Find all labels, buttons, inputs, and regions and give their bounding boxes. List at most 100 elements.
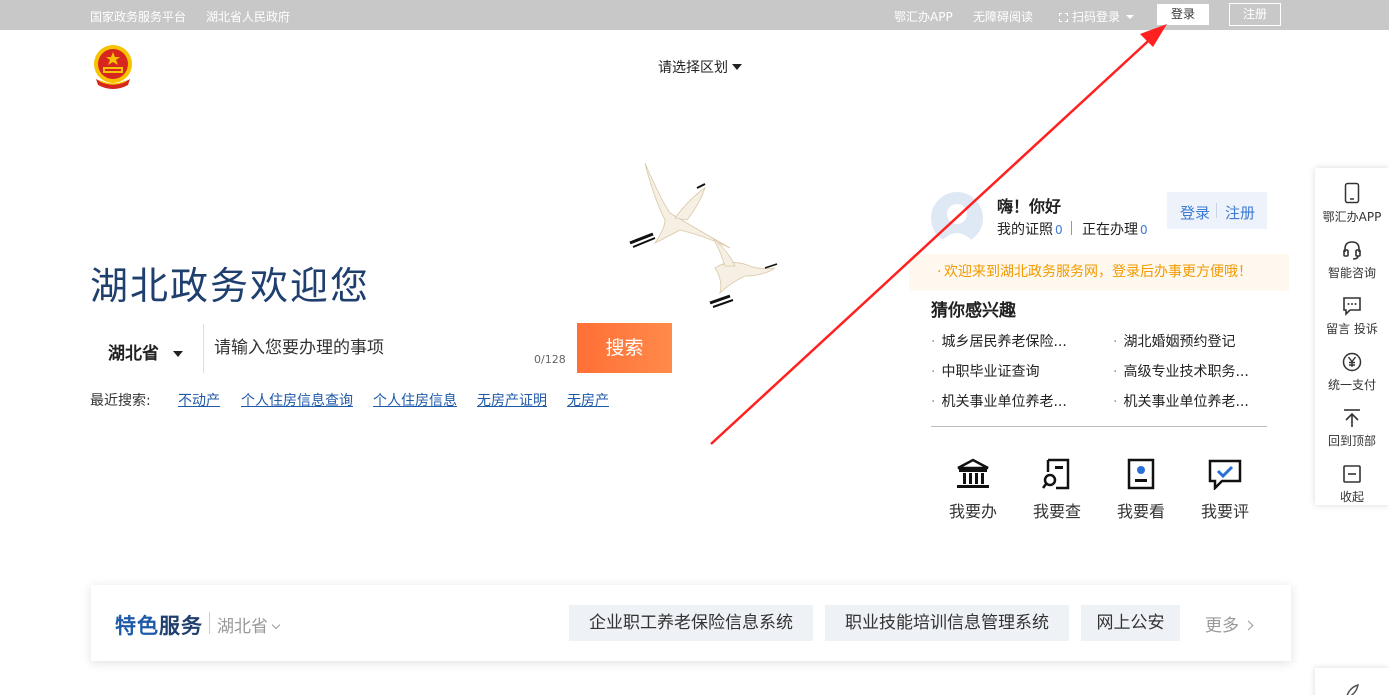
link-accessible-reading[interactable]: 无障碍阅读	[973, 8, 1033, 25]
search-box: 湖北省 0/128	[90, 324, 578, 373]
more-link[interactable]: 更多	[1205, 611, 1254, 636]
search-province-select[interactable]: 湖北省	[108, 339, 183, 364]
comment-check-icon	[1208, 459, 1242, 490]
panel-register-button[interactable]: 注册	[1225, 202, 1255, 223]
quick-action-do[interactable]: 我要办	[943, 458, 1003, 522]
link-hubei-government[interactable]: 湖北省人民政府	[206, 8, 290, 25]
featured-services-bar: 特色服务 湖北省 企业职工养老保险信息系统 职业技能培训信息管理系统 网上公安 …	[91, 585, 1291, 661]
sidebar-item-label: 鄂汇办APP	[1322, 210, 1382, 224]
login-notice-text: 欢迎来到湖北政务服务网，登录后办事更方便哦！	[944, 264, 1252, 280]
featured-title-part2: 服务	[159, 614, 203, 638]
message-icon	[1343, 297, 1361, 316]
mobile-phone-icon	[1344, 182, 1360, 204]
caret-down-icon	[173, 351, 183, 357]
region-selector[interactable]: 请选择区划	[658, 57, 742, 77]
chevron-down-icon	[271, 620, 281, 630]
processing-items[interactable]: 正在办理 0	[1082, 219, 1148, 239]
headset-icon	[1343, 241, 1361, 260]
caret-down-icon	[732, 64, 742, 70]
search-button[interactable]: 搜索	[577, 323, 672, 373]
sidebar-item-feedback[interactable]: 留言 投诉	[1315, 296, 1389, 337]
feather-icon	[1346, 683, 1360, 695]
government-building-icon	[957, 458, 989, 488]
greeting-text: 嗨！你好	[997, 197, 1062, 216]
national-emblem-logo[interactable]	[90, 43, 136, 91]
side-toolbar-extra[interactable]	[1315, 668, 1389, 695]
quick-action-query[interactable]: 我要查	[1027, 458, 1087, 522]
recent-search-link[interactable]: 无房产	[567, 390, 609, 410]
recent-search-link[interactable]: 无房产证明	[477, 390, 547, 410]
cranes-illustration	[629, 162, 778, 308]
featured-services-title: 特色服务	[115, 610, 203, 640]
sidebar-item-collapse[interactable]: 收起	[1315, 464, 1389, 505]
sidebar-item-label: 收起	[1339, 490, 1364, 504]
avatar	[931, 192, 983, 244]
featured-service-tag[interactable]: 网上公安	[1081, 605, 1180, 641]
chevron-right-icon	[1243, 620, 1254, 631]
sidebar-item-label: 智能咨询	[1327, 266, 1376, 280]
more-link-label: 更多	[1205, 616, 1239, 636]
link-ehuiban-app[interactable]: 鄂汇办APP	[894, 8, 953, 25]
search-input[interactable]	[214, 333, 514, 363]
divider	[1216, 203, 1217, 218]
processing-items-count: 0	[1140, 223, 1148, 237]
collapse-icon	[1343, 465, 1361, 483]
featured-service-tag[interactable]: 企业职工养老保险信息系统	[569, 605, 813, 641]
my-certificates-label: 我的证照	[997, 222, 1053, 238]
recent-searches-label: 最近搜索:	[90, 393, 151, 409]
search-province-label: 湖北省	[108, 344, 159, 364]
recent-search-link[interactable]: 不动产	[178, 390, 220, 410]
scan-login-dropdown[interactable]: 扫码登录	[1059, 8, 1135, 25]
scan-login-label: 扫码登录	[1072, 10, 1121, 24]
top-login-button[interactable]: 登录	[1157, 4, 1209, 25]
sidebar-item-label: 留言 投诉	[1326, 322, 1378, 336]
interest-link[interactable]: 机关事业单位养老...	[931, 391, 1066, 411]
divider	[209, 612, 210, 634]
interest-link[interactable]: 城乡居民养老保险...	[931, 331, 1066, 351]
divider	[931, 426, 1267, 427]
interest-link[interactable]: 高级专业技术职务...	[1113, 361, 1248, 381]
featured-title-part1: 特色	[115, 614, 159, 638]
my-certificates[interactable]: 我的证照 0	[997, 219, 1063, 239]
processing-items-label: 正在办理	[1082, 222, 1138, 238]
document-search-icon	[1042, 458, 1070, 490]
chevron-down-icon	[1126, 15, 1135, 19]
sidebar-item-back-to-top[interactable]: 回到顶部	[1315, 408, 1389, 449]
panel-auth-buttons: 登录 注册	[1167, 192, 1267, 229]
quick-action-review[interactable]: 我要评	[1195, 458, 1255, 522]
qr-scan-icon	[1059, 13, 1068, 22]
top-register-button[interactable]: 注册	[1229, 3, 1281, 26]
char-counter: 0/128	[534, 353, 566, 366]
arrow-up-icon	[1344, 409, 1360, 427]
login-notice: 欢迎来到湖北政务服务网，登录后办事更方便哦！	[909, 254, 1289, 291]
sidebar-item-consult[interactable]: 智能咨询	[1315, 240, 1389, 281]
interest-link[interactable]: 湖北婚姻预约登记	[1113, 331, 1235, 351]
quick-action-view[interactable]: 我要看	[1111, 458, 1171, 522]
divider	[203, 324, 204, 373]
top-bar: 国家政务服务平台 湖北省人民政府 鄂汇办APP 无障碍阅读 扫码登录 登录 注册	[0, 0, 1389, 30]
interest-link[interactable]: 机关事业单位养老...	[1113, 391, 1248, 411]
sidebar-item-app[interactable]: 鄂汇办APP	[1315, 182, 1389, 225]
featured-service-tag[interactable]: 职业技能培训信息管理系统	[825, 605, 1069, 641]
sidebar-item-label: 统一支付	[1327, 378, 1376, 392]
link-national-platform[interactable]: 国家政务服务平台	[90, 8, 186, 25]
recent-search-link[interactable]: 个人住房信息查询	[241, 390, 353, 410]
featured-province-label: 湖北省	[217, 617, 268, 637]
yuan-payment-icon	[1342, 352, 1362, 372]
region-selector-label: 请选择区划	[658, 60, 728, 76]
recent-search-link[interactable]: 个人住房信息	[373, 390, 457, 410]
my-certificates-count: 0	[1055, 223, 1063, 237]
sidebar-item-payment[interactable]: 统一支付	[1315, 352, 1389, 393]
profile-document-icon	[1127, 458, 1155, 490]
hero-title: 湖北政务欢迎您	[90, 264, 371, 308]
side-toolbar: 鄂汇办APP 智能咨询 留言 投诉 统一支付 回到顶部 收起	[1315, 168, 1389, 505]
quick-action-query-label: 我要查	[1032, 502, 1081, 521]
quick-action-review-label: 我要评	[1200, 502, 1249, 521]
featured-province-select[interactable]: 湖北省	[217, 612, 281, 637]
panel-login-button[interactable]: 登录	[1180, 202, 1210, 223]
interest-link[interactable]: 中职毕业证查询	[931, 361, 1039, 381]
divider	[1071, 221, 1072, 235]
quick-action-view-label: 我要看	[1116, 502, 1165, 521]
interest-title: 猜你感兴趣	[931, 301, 1016, 321]
quick-action-do-label: 我要办	[948, 502, 997, 521]
